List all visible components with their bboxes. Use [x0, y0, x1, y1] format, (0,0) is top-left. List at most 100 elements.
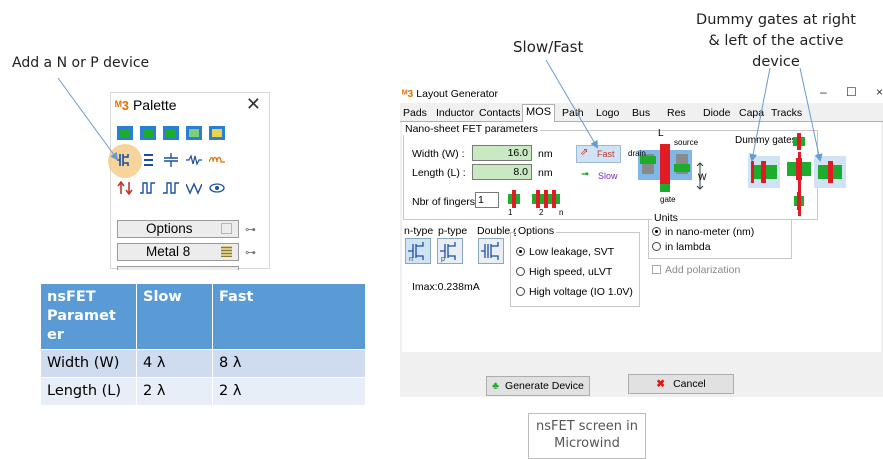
- annotation-dummy-line3: device: [752, 54, 800, 70]
- palette-row-2: [108, 144, 225, 178]
- slow-icon: ➟: [581, 169, 590, 180]
- close-icon[interactable]: ✕: [246, 94, 261, 115]
- units-label: in nano-meter (nm): [665, 226, 755, 238]
- via-stack-icon[interactable]: [209, 126, 225, 140]
- units-lambda[interactable]: in lambda: [652, 241, 711, 253]
- table-cell: Width (W): [40, 349, 137, 378]
- table-row: Width (W) 4 λ 8 λ: [40, 349, 366, 378]
- table-header: Slow: [136, 283, 213, 350]
- units-nanometer[interactable]: in nano-meter (nm): [652, 226, 754, 238]
- slow-label: Slow: [598, 171, 618, 181]
- capacitor-icon[interactable]: [163, 153, 179, 167]
- options-label: Options: [146, 221, 193, 236]
- tab-bus[interactable]: Bus: [629, 106, 653, 120]
- n-contact-icon[interactable]: [140, 126, 156, 140]
- tab-mos[interactable]: MOS: [522, 104, 556, 122]
- palette-row-1: [117, 126, 225, 140]
- table-header: Fast: [212, 283, 366, 350]
- via-contact-icon[interactable]: [186, 126, 202, 140]
- tab-res[interactable]: Res: [664, 106, 689, 120]
- table-cell: 2 λ: [136, 377, 213, 406]
- radio-icon: [652, 227, 661, 236]
- slow-button[interactable]: ➟ Slow: [576, 167, 621, 185]
- tab-contacts[interactable]: Contacts: [476, 106, 523, 120]
- nsfet-table: nsFET Paramet er Slow Fast Width (W) 4 λ…: [40, 283, 366, 406]
- option-label: High speed, uLVT: [529, 266, 613, 278]
- fingers-input[interactable]: 1: [475, 192, 499, 208]
- palette-row-3: [117, 180, 225, 196]
- add-polarization-checkbox[interactable]: Add polarization: [652, 264, 740, 276]
- inductor-icon[interactable]: [208, 153, 225, 167]
- option-high-voltage[interactable]: High voltage (IO 1.0V): [516, 286, 633, 298]
- pmos-contact-icon[interactable]: [117, 126, 133, 140]
- ptype-button[interactable]: p: [437, 238, 463, 264]
- units-group-title: Units: [652, 212, 680, 224]
- tab-capa[interactable]: Capa: [736, 106, 767, 120]
- minimize-icon[interactable]: –: [820, 85, 827, 99]
- checkbox-icon: [652, 265, 661, 274]
- mos-tab-panel: Nano-sheet FET parameters Width (W) : 16…: [402, 122, 881, 352]
- metal8-button[interactable]: Metal 8: [117, 243, 239, 261]
- close-icon[interactable]: ×: [876, 85, 883, 99]
- width-input[interactable]: 16.0: [472, 145, 532, 161]
- radio-icon: [516, 247, 525, 256]
- double-gate-symbol-icon: [481, 242, 499, 260]
- sine-icon[interactable]: [185, 181, 203, 195]
- mos-device-icon[interactable]: [108, 144, 142, 178]
- table-cell: 2 λ: [212, 377, 366, 406]
- schematic-l-label: L: [658, 128, 664, 139]
- schematic-w-label: W: [698, 172, 707, 182]
- fingers-label: Nbr of fingers :: [412, 196, 481, 208]
- tab-inductor[interactable]: Inductor: [433, 106, 477, 120]
- next-layer-button[interactable]: [117, 266, 239, 270]
- microwind-logo-icon: ᴹ3: [115, 98, 129, 113]
- dummy-gates-small-icon: [793, 133, 805, 150]
- units-group: [648, 219, 792, 259]
- tab-diode[interactable]: Diode: [700, 106, 733, 120]
- dummy-gates-label: Dummy gates: [735, 135, 797, 146]
- ntype-label: n-type: [404, 225, 434, 237]
- arrow-add-device: [57, 77, 119, 161]
- tab-pads[interactable]: Pads: [400, 106, 430, 120]
- clock-icon[interactable]: [140, 181, 156, 195]
- options-button[interactable]: Options: [117, 220, 239, 238]
- imax-readout: Imax:0.238mA: [412, 281, 480, 293]
- table-header: nsFET Paramet er: [40, 283, 137, 350]
- p-contact-icon[interactable]: [163, 126, 179, 140]
- options-group-title: Options: [516, 225, 557, 237]
- annotation-slow-fast: Slow/Fast: [513, 38, 584, 56]
- dummy-right-button[interactable]: [814, 156, 846, 188]
- nmos-symbol-icon: n: [408, 242, 424, 263]
- metal8-label: Metal 8: [146, 244, 191, 259]
- generate-device-button[interactable]: ♣ Generate Device: [486, 376, 590, 396]
- pin-icon[interactable]: ⊶: [245, 223, 256, 236]
- svg-text:n: n: [409, 256, 413, 263]
- eye-icon[interactable]: [209, 181, 225, 195]
- resistor-icon[interactable]: [186, 153, 202, 167]
- tab-tracks[interactable]: Tracks: [768, 106, 805, 120]
- tab-path[interactable]: Path: [559, 106, 587, 120]
- length-input[interactable]: 8.0: [472, 164, 532, 180]
- cancel-button[interactable]: ✖ Cancel: [628, 374, 734, 394]
- finger-label-2: 2: [539, 208, 544, 217]
- pulse-icon[interactable]: [163, 181, 179, 195]
- option-high-speed[interactable]: High speed, uLVT: [516, 266, 612, 278]
- bus-icon[interactable]: [140, 153, 156, 167]
- dummy-both-button[interactable]: [786, 152, 812, 216]
- svg-text:p: p: [441, 256, 445, 263]
- option-low-leakage[interactable]: Low leakage, SVT: [516, 246, 614, 258]
- schematic-source-label: source: [674, 138, 699, 147]
- ptype-label: p-type: [438, 225, 468, 237]
- arrows-icon[interactable]: [117, 180, 133, 196]
- tab-logo[interactable]: Logo: [593, 106, 622, 120]
- ntype-button[interactable]: n: [405, 238, 431, 264]
- schematic-gate-label: gate: [660, 195, 676, 204]
- maximize-icon[interactable]: ☐: [846, 85, 857, 99]
- double-gate-button[interactable]: [478, 238, 504, 264]
- dummy-left-button[interactable]: [748, 156, 780, 188]
- caption-box: nsFET screen in Microwind: [528, 413, 646, 459]
- units-label: in lambda: [665, 241, 711, 253]
- pin-icon[interactable]: ⊶: [245, 246, 256, 259]
- annotation-dummy-gates: Dummy gates at right & left of the activ…: [690, 10, 862, 73]
- fast-button[interactable]: ⇗ Fast: [576, 145, 621, 163]
